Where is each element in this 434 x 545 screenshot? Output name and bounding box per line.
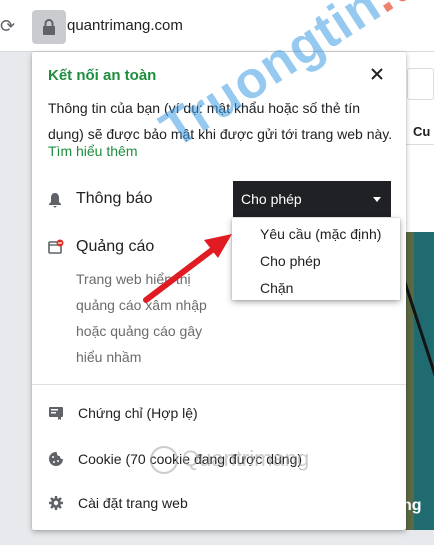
background-input: [407, 68, 434, 100]
dropdown-option-block[interactable]: Chặn: [232, 275, 400, 301]
dropdown-option-ask[interactable]: Yêu cầu (mặc định): [232, 221, 400, 247]
certificate-label: Chứng chỉ (Hợp lệ): [78, 405, 198, 421]
certificate-icon: [49, 407, 63, 420]
address-bar-url[interactable]: quantrimang.com: [67, 17, 183, 34]
notifications-label: Thông báo: [76, 190, 153, 207]
certificate-row[interactable]: Chứng chỉ (Hợp lệ): [32, 394, 406, 434]
annotation-arrow-icon: [143, 234, 232, 303]
popup-divider: [32, 384, 406, 385]
watermark-secondary-text: Quantrimang: [182, 446, 310, 471]
dropdown-option-allow[interactable]: Cho phép: [232, 248, 400, 274]
notifications-select-value: Cho phép: [241, 191, 302, 207]
reload-icon[interactable]: ⟳: [0, 14, 16, 38]
bell-icon: [49, 193, 61, 208]
site-settings-row[interactable]: Cài đặt trang web: [32, 484, 406, 524]
ads-blocked-icon: [48, 239, 64, 254]
learn-more-link[interactable]: Tìm hiểu thêm: [48, 143, 137, 159]
lock-icon: [43, 19, 55, 35]
background-tab-text: Cu: [413, 124, 431, 139]
watermark-secondary: Quantrimang: [150, 446, 310, 475]
notifications-dropdown: Yêu cầu (mặc định) Cho phép Chặn: [232, 218, 400, 300]
watermark-logo-icon: [150, 446, 178, 475]
chevron-down-icon: [373, 197, 381, 202]
notifications-select[interactable]: Cho phép: [233, 181, 391, 217]
cookie-icon: [49, 452, 63, 466]
close-icon[interactable]: [368, 65, 386, 83]
connection-secure-title: Kết nối an toàn: [48, 67, 157, 84]
gear-icon: [49, 496, 63, 510]
site-info-button[interactable]: [32, 10, 66, 44]
site-settings-label: Cài đặt trang web: [78, 495, 188, 511]
background-divider: [404, 144, 434, 145]
background-bottom: [0, 530, 434, 545]
